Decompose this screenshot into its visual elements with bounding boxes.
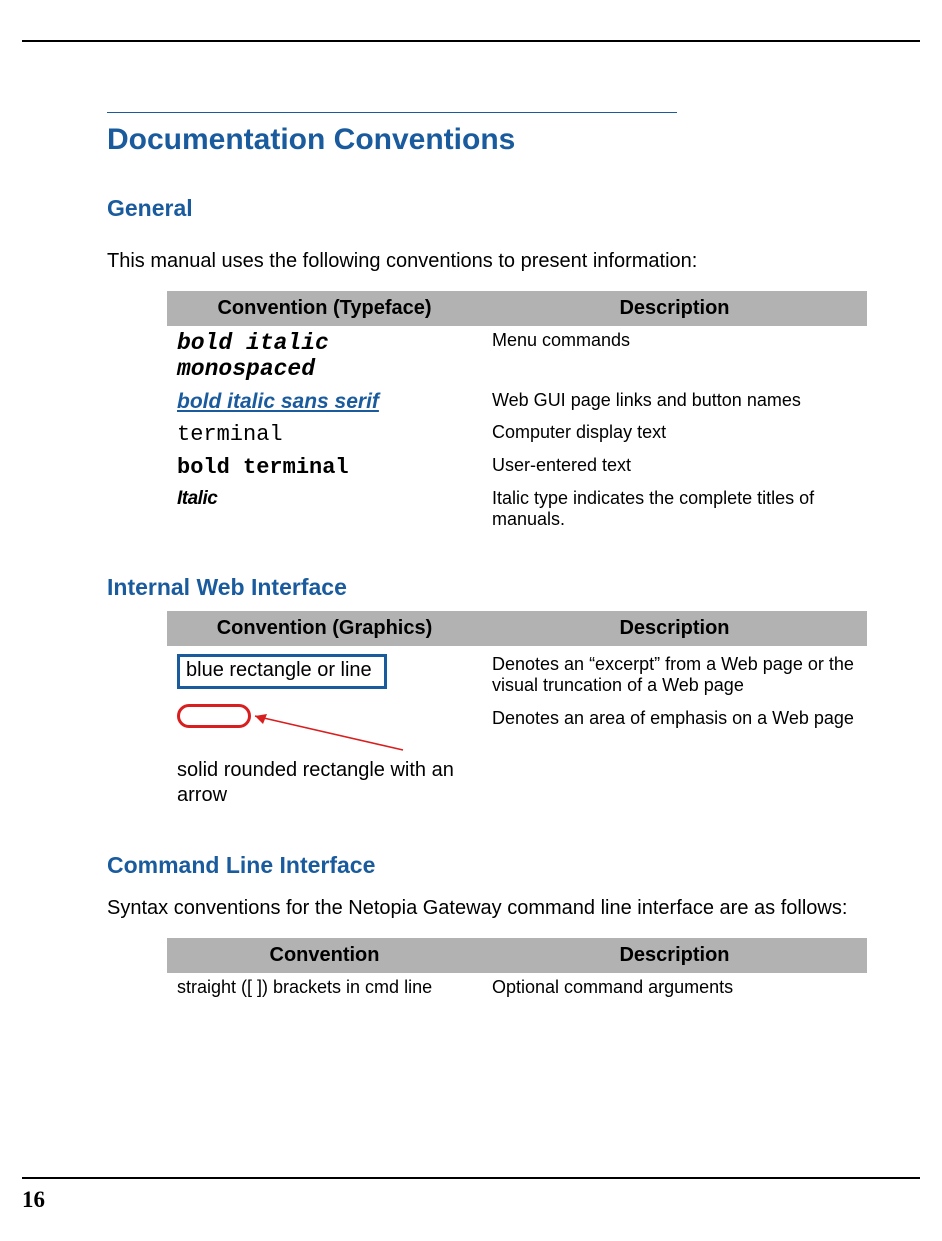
th-description: Description: [482, 938, 867, 973]
section-cli: Command Line Interface Syntax convention…: [107, 852, 900, 1002]
th-description: Description: [482, 611, 867, 646]
heading-general: General: [107, 195, 900, 222]
table-cli: Convention Description straight ([ ]) br…: [167, 938, 867, 1002]
table-row: bold italic sans serif Web GUI page link…: [167, 386, 867, 418]
th-convention: Convention: [167, 938, 482, 973]
table-row: terminal Computer display text: [167, 418, 867, 451]
intro-general: This manual uses the following conventio…: [107, 250, 900, 273]
section-iwi: Internal Web Interface Convention (Graph…: [107, 574, 900, 812]
sample-bold-italic-mono: bold italic monospaced: [177, 330, 329, 382]
title-rule: [107, 112, 677, 113]
page-footer: 16: [22, 1177, 920, 1213]
table-row: solid rounded rectangle with an arrow De…: [167, 700, 867, 812]
th-conv-graphics: Convention (Graphics): [167, 611, 482, 646]
arrow-icon: [243, 704, 413, 752]
desc-excerpt: Denotes an “excerpt” from a Web page or …: [482, 646, 867, 700]
section-general: General This manual uses the following c…: [107, 195, 900, 534]
top-rule: [22, 40, 920, 42]
rounded-rect-icon: [177, 704, 251, 728]
desc-emphasis: Denotes an area of emphasis on a Web pag…: [482, 700, 867, 812]
sample-terminal: terminal: [177, 422, 283, 447]
desc-user-entered: User-entered text: [482, 451, 867, 484]
heading-cli: Command Line Interface: [107, 852, 900, 879]
table-iwi: Convention (Graphics) Description blue r…: [167, 611, 867, 812]
intro-cli: Syntax conventions for the Netopia Gatew…: [107, 897, 900, 920]
table-row: straight ([ ]) brackets in cmd line Opti…: [167, 973, 867, 1002]
desc-optional-args: Optional command arguments: [482, 973, 867, 1002]
rounded-arrow-caption: solid rounded rectangle with an arrow: [177, 758, 472, 808]
sample-bold-terminal: bold terminal: [177, 455, 349, 480]
table-row: Italic Italic type indicates the complet…: [167, 484, 867, 534]
th-description: Description: [482, 291, 867, 326]
table-general: Convention (Typeface) Description bold i…: [167, 291, 867, 534]
rounded-arrow-graphic: [177, 704, 472, 752]
table-row: bold italic monospaced Menu commands: [167, 326, 867, 386]
th-conv-typeface: Convention (Typeface): [167, 291, 482, 326]
heading-iwi: Internal Web Interface: [107, 574, 900, 601]
sample-link-style: bold italic sans serif: [177, 390, 379, 413]
cli-brackets: straight ([ ]) brackets in cmd line: [167, 973, 482, 1002]
sample-italic: Italic: [177, 488, 217, 509]
desc-menu-commands: Menu commands: [482, 326, 867, 386]
desc-web-gui: Web GUI page links and button names: [482, 386, 867, 418]
page-title: Documentation Conventions: [107, 123, 900, 157]
table-row: bold terminal User-entered text: [167, 451, 867, 484]
table-row: blue rectangle or line Denotes an “excer…: [167, 646, 867, 700]
desc-italic: Italic type indicates the complete title…: [482, 484, 867, 534]
desc-display-text: Computer display text: [482, 418, 867, 451]
blue-rectangle-graphic: blue rectangle or line: [177, 654, 387, 689]
page-number: 16: [22, 1187, 45, 1212]
content-area: Documentation Conventions General This m…: [22, 112, 920, 1002]
